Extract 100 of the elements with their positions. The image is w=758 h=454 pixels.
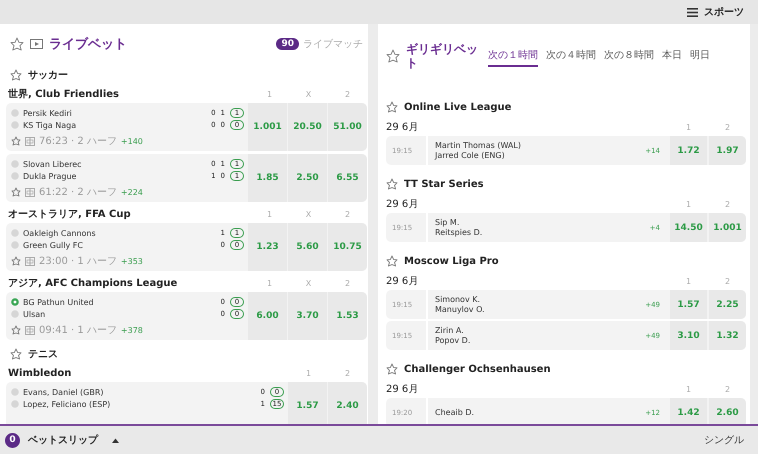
odds-button[interactable]: 1.85 xyxy=(248,154,287,202)
more-markets-link[interactable]: +378 xyxy=(120,326,143,334)
odds-button[interactable]: 1.23 xyxy=(248,223,287,271)
bet-count-badge: 0 xyxy=(5,432,20,448)
player-name: Sip M. xyxy=(435,218,460,228)
odds-button[interactable]: 51.00 xyxy=(328,103,367,151)
live-count-badge: 90 xyxy=(276,38,299,50)
league-name: Online Live League xyxy=(404,102,512,112)
odds-button[interactable]: 10.75 xyxy=(328,223,367,271)
column-header: 2 xyxy=(724,122,732,132)
odds-button[interactable]: 1.001 xyxy=(248,103,287,151)
star-icon[interactable] xyxy=(386,363,398,375)
sports-menu-button[interactable]: スポーツ xyxy=(687,5,744,19)
time-filter-tab[interactable]: 次の１時間 xyxy=(488,45,538,67)
star-icon[interactable] xyxy=(10,37,24,51)
competition-name: オーストラリア, FFA Cup xyxy=(8,208,132,221)
competition-name: アジア, AFC Champions League xyxy=(8,277,178,290)
stats-icon[interactable] xyxy=(25,136,35,146)
more-markets-link[interactable]: +353 xyxy=(120,256,143,266)
star-icon[interactable] xyxy=(10,348,22,360)
stats-icon[interactable] xyxy=(25,256,35,266)
column-header: X xyxy=(304,210,312,218)
match-time: 23:00 · 1 ハーフ xyxy=(39,255,117,268)
team-name: Slovan Liberec xyxy=(23,160,83,168)
team-name: Evans, Daniel (GBR) xyxy=(23,388,105,396)
odds-button[interactable]: 1.97 xyxy=(709,136,746,165)
player-name: Zirin A. xyxy=(435,326,465,336)
time-filter-tab[interactable]: 明日 xyxy=(690,45,710,67)
team-name: KS Tiga Naga xyxy=(23,120,78,130)
column-header: 1 xyxy=(266,210,274,218)
column-header: 1 xyxy=(684,122,692,132)
odds-button[interactable]: 2.25 xyxy=(709,290,746,319)
column-header: 1 xyxy=(684,384,692,394)
odds-button[interactable]: 5.60 xyxy=(288,223,327,271)
match-time: 09:41 · 1 ハーフ xyxy=(39,324,117,337)
odds-button[interactable]: 1.72 xyxy=(670,136,707,165)
match-time: 61:22 · 2 ハーフ xyxy=(39,186,117,199)
stats-icon[interactable] xyxy=(25,326,35,334)
odds-button[interactable]: 2.60 xyxy=(709,398,746,424)
league-name: Moscow Liga Pro xyxy=(404,256,499,266)
star-icon[interactable] xyxy=(11,325,21,335)
panel-title: ギリギリベット xyxy=(406,42,479,70)
star-icon[interactable] xyxy=(10,68,22,80)
star-icon[interactable] xyxy=(386,255,398,267)
odds-button[interactable]: 14.50 xyxy=(670,213,707,242)
sport-heading: サッカー xyxy=(28,68,68,82)
match-time: 76:23 · 2 ハーフ xyxy=(39,135,117,148)
team-name: BG Pathun United xyxy=(23,298,95,306)
star-icon[interactable] xyxy=(386,101,398,113)
column-header: 1 xyxy=(684,276,692,286)
column-header: 2 xyxy=(724,276,732,286)
competition-name: 世界, Club Friendlies xyxy=(8,88,120,101)
odds-button[interactable]: 6.00 xyxy=(248,292,287,340)
column-header: 1 xyxy=(266,278,274,288)
panel-title: ライブベット xyxy=(49,36,127,53)
odds-button[interactable]: 1.53 xyxy=(328,292,367,340)
league-name: TT Star Series xyxy=(404,178,484,190)
odds-button[interactable]: 2.40 xyxy=(328,382,367,424)
team-name: Ulsan xyxy=(23,310,46,318)
column-header: 2 xyxy=(344,278,352,288)
stats-icon[interactable] xyxy=(25,188,35,196)
more-markets-link[interactable]: +224 xyxy=(120,188,143,196)
bet-slip-label[interactable]: ベットスリップ xyxy=(28,433,98,447)
column-header: 2 xyxy=(344,90,352,98)
odds-button[interactable]: 1.57 xyxy=(670,290,707,319)
odds-button[interactable]: 1.57 xyxy=(288,382,327,424)
team-name: Persik Kediri xyxy=(23,108,73,118)
team-name: Green Gully FC xyxy=(23,240,84,250)
team-name: Lopez, Feliciano (ESP) xyxy=(23,400,112,408)
column-header: 2 xyxy=(724,200,732,208)
time-filter-tab[interactable]: 次の８時間 xyxy=(604,45,654,67)
player-name: Popov D. xyxy=(435,336,472,346)
player-name: Jarred Cole (ENG) xyxy=(435,150,506,160)
caret-up-icon[interactable] xyxy=(112,438,119,442)
star-icon[interactable] xyxy=(386,178,398,190)
competition-name: Wimbledon xyxy=(8,368,72,378)
player-name: Manuylov O. xyxy=(435,304,486,314)
more-markets-link[interactable]: +140 xyxy=(120,136,143,146)
menu-icon xyxy=(687,8,698,16)
column-header: X xyxy=(304,90,312,98)
odds-button[interactable]: 1.001 xyxy=(709,213,746,242)
column-header: 1 xyxy=(684,200,692,208)
odds-button[interactable]: 6.55 xyxy=(328,154,367,202)
star-icon[interactable] xyxy=(11,136,21,146)
column-header: 2 xyxy=(344,210,352,218)
column-header: X xyxy=(304,278,312,288)
odds-button[interactable]: 3.10 xyxy=(670,321,707,350)
star-icon[interactable] xyxy=(11,187,21,197)
odds-button[interactable]: 20.50 xyxy=(288,103,327,151)
odds-button[interactable]: 3.70 xyxy=(288,292,327,340)
star-icon[interactable] xyxy=(11,256,21,266)
time-filter-tab[interactable]: 次の４時間 xyxy=(546,45,596,67)
player-name: Simonov K. xyxy=(435,294,482,304)
odds-button[interactable]: 2.50 xyxy=(288,154,327,202)
star-icon[interactable] xyxy=(386,49,400,63)
time-filter-tab[interactable]: 本日 xyxy=(662,45,682,67)
odds-button[interactable]: 1.42 xyxy=(670,398,707,424)
match-date: 29 6月 xyxy=(386,383,420,396)
bet-mode-button[interactable]: シングル xyxy=(704,433,744,447)
odds-button[interactable]: 1.32 xyxy=(709,321,746,350)
